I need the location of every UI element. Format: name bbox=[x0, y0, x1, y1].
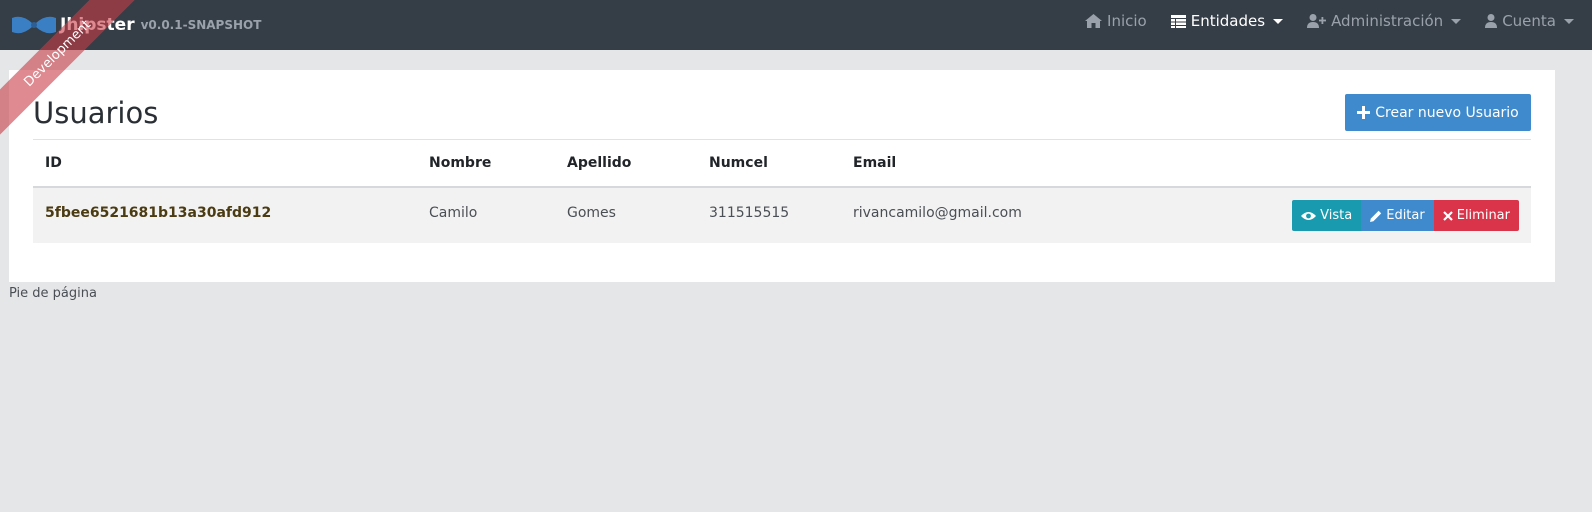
nav-item-label: Cuenta bbox=[1502, 12, 1556, 30]
column-header-id[interactable]: ID bbox=[45, 155, 62, 171]
users-table: ID Nombre Apellido Numcel Email 5fbee652… bbox=[33, 140, 1531, 243]
column-header-numcel[interactable]: Numcel bbox=[709, 155, 768, 171]
create-user-button[interactable]: Crear nuevo Usuario bbox=[1345, 94, 1531, 131]
nav-item-label: Inicio bbox=[1107, 12, 1147, 30]
view-button[interactable]: Vista bbox=[1292, 200, 1362, 231]
plus-icon bbox=[1357, 106, 1371, 119]
chevron-down-icon bbox=[1564, 18, 1574, 24]
delete-button[interactable]: Eliminar bbox=[1433, 200, 1519, 231]
nav-item-administracion[interactable]: Administración bbox=[1307, 12, 1462, 30]
home-icon bbox=[1085, 14, 1103, 28]
main-card: Usuarios Crear nuevo Usuario ID Nombre A… bbox=[9, 70, 1555, 282]
table-row: 5fbee6521681b13a30afd912 Camilo Gomes 31… bbox=[33, 188, 1531, 243]
nav-item-inicio[interactable]: Inicio bbox=[1085, 12, 1147, 30]
page-title: Usuarios bbox=[33, 96, 159, 130]
table-header: ID Nombre Apellido Numcel Email bbox=[33, 140, 1531, 188]
cell-apellido: Gomes bbox=[567, 205, 616, 221]
brand[interactable]: Jhipster v0.0.1-SNAPSHOT bbox=[10, 0, 261, 50]
pencil-icon bbox=[1370, 210, 1382, 222]
chevron-down-icon bbox=[1273, 18, 1284, 24]
cell-id-link[interactable]: 5fbee6521681b13a30afd912 bbox=[45, 205, 271, 221]
row-actions: Vista Editar Eliminar bbox=[1292, 200, 1519, 231]
column-header-email[interactable]: Email bbox=[853, 155, 896, 171]
user-icon bbox=[1485, 14, 1498, 28]
nav-menu: Inicio Entidades Administración Cuenta bbox=[1061, 0, 1574, 42]
edit-label: Editar bbox=[1386, 208, 1425, 223]
cell-email: rivancamilo@gmail.com bbox=[853, 205, 1022, 221]
table-icon bbox=[1170, 14, 1186, 28]
cell-nombre: Camilo bbox=[429, 205, 478, 221]
close-icon bbox=[1442, 210, 1453, 221]
column-header-nombre[interactable]: Nombre bbox=[429, 155, 491, 171]
nav-item-entidades[interactable]: Entidades bbox=[1170, 12, 1284, 30]
jhipster-logo-icon bbox=[12, 16, 56, 34]
view-label: Vista bbox=[1320, 208, 1353, 223]
nav-item-cuenta[interactable]: Cuenta bbox=[1485, 12, 1574, 30]
brand-title: Jhipster bbox=[60, 15, 135, 35]
brand-version: v0.0.1-SNAPSHOT bbox=[140, 18, 262, 32]
user-plus-icon bbox=[1307, 14, 1327, 28]
create-user-label: Crear nuevo Usuario bbox=[1375, 104, 1519, 121]
footer-text: Pie de página bbox=[9, 286, 97, 301]
cell-numcel: 311515515 bbox=[709, 205, 790, 221]
delete-label: Eliminar bbox=[1456, 208, 1510, 223]
edit-button[interactable]: Editar bbox=[1361, 200, 1434, 231]
column-header-apellido[interactable]: Apellido bbox=[567, 155, 631, 171]
navbar: Jhipster v0.0.1-SNAPSHOT Inicio Entidade… bbox=[0, 0, 1592, 50]
nav-item-label: Entidades bbox=[1190, 12, 1266, 30]
chevron-down-icon bbox=[1451, 18, 1462, 24]
nav-item-label: Administración bbox=[1331, 12, 1444, 30]
eye-icon bbox=[1301, 211, 1317, 220]
